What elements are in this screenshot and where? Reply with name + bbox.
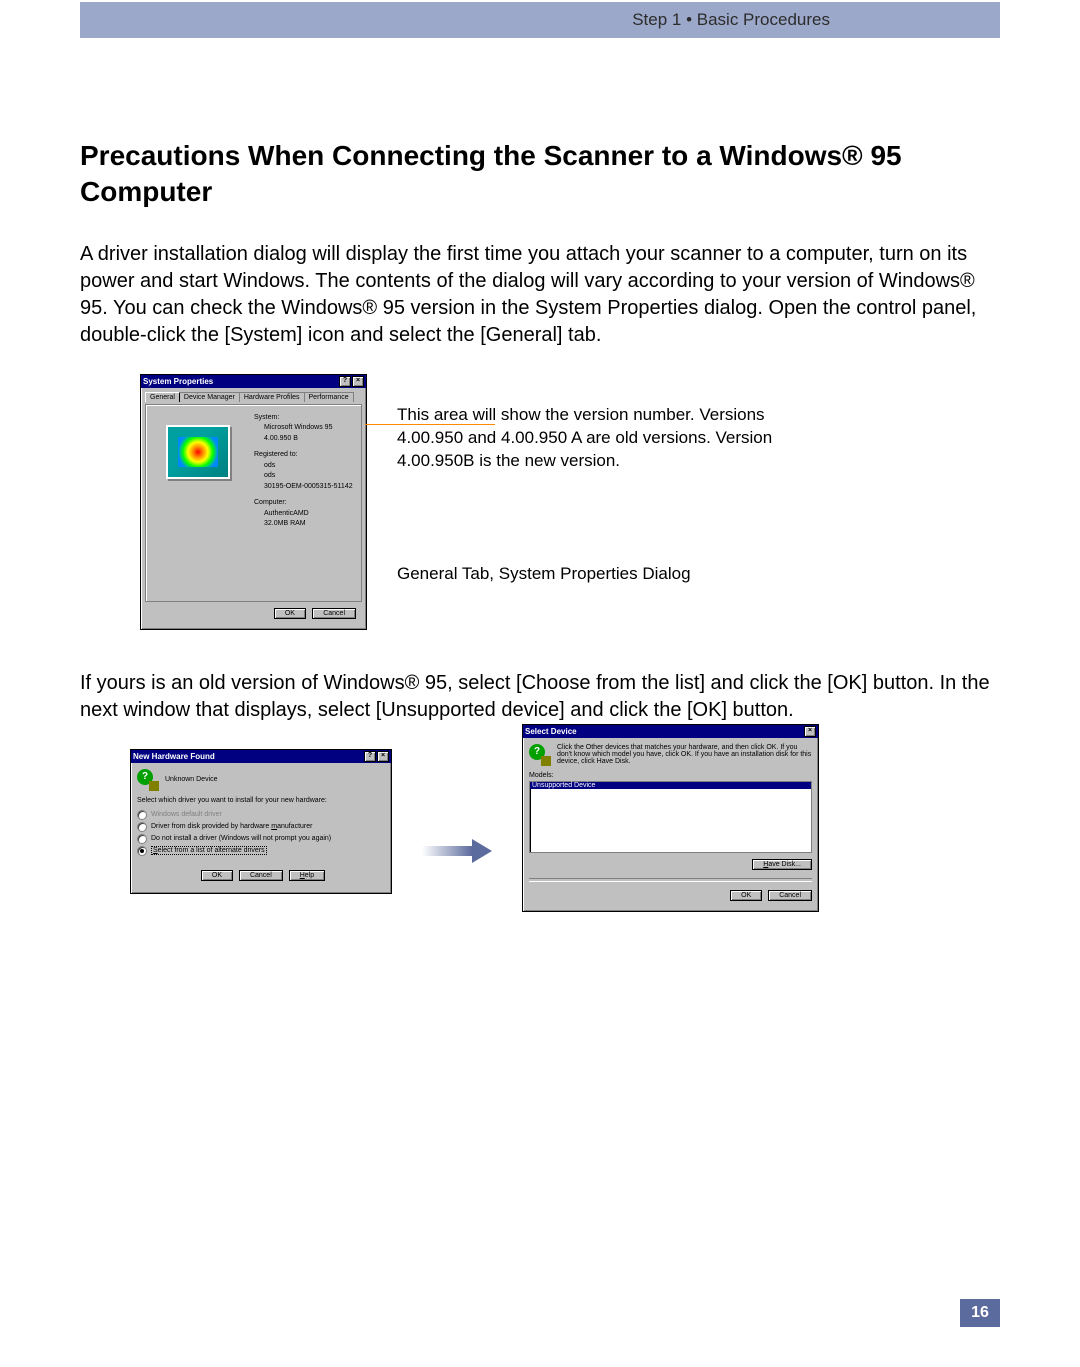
instruction-text: Click the Other devices that matches you… (557, 744, 812, 765)
radio-do-not-install[interactable]: Do not install a driver (Windows will no… (137, 834, 385, 844)
dialog-title: System Properties (143, 377, 213, 386)
tab-hardware-profiles[interactable]: Hardware Profiles (239, 392, 305, 402)
reg-org: ods (264, 471, 353, 482)
computer-label: Computer: (254, 498, 353, 509)
ram-value: 32.0MB RAM (264, 519, 353, 530)
close-icon[interactable]: × (804, 726, 816, 737)
tab-general[interactable]: General (145, 392, 180, 402)
new-hardware-dialog: New Hardware Found ? × ? Unknown Device … (130, 749, 392, 894)
arrow-right-icon (422, 839, 492, 863)
titlebar: System Properties ? × (141, 375, 366, 388)
figure-caption: General Tab, System Properties Dialog (397, 563, 797, 586)
page-title: Precautions When Connecting the Scanner … (80, 138, 1000, 211)
cpu-value: AuthenticAMD (264, 509, 353, 520)
system-version: 4.00.950 B (264, 434, 353, 445)
ok-button[interactable]: OK (201, 870, 233, 881)
titlebar: Select Device × (523, 725, 818, 738)
paragraph-2: If yours is an old version of Windows® 9… (80, 670, 1000, 724)
models-label: Models: (529, 772, 812, 779)
page-number: 16 (960, 1299, 1000, 1327)
close-icon[interactable]: × (352, 376, 364, 387)
callout-line (365, 424, 495, 425)
select-device-dialog: Select Device × ? Click the Other device… (522, 724, 819, 912)
computer-icon (166, 425, 230, 479)
system-properties-dialog: System Properties ? × General Device Man… (140, 374, 367, 630)
reg-name: ods (264, 461, 353, 472)
registered-label: Registered to: (254, 450, 353, 461)
general-panel: System: Microsoft Windows 95 4.00.950 B … (145, 404, 362, 602)
tab-strip: General Device Manager Hardware Profiles… (145, 392, 362, 402)
help-icon[interactable]: ? (339, 376, 351, 387)
help-icon[interactable]: ? (364, 751, 376, 762)
cancel-button[interactable]: Cancel (312, 608, 356, 619)
have-disk-button[interactable]: Have Disk... (752, 859, 812, 870)
radio-driver-from-disk[interactable]: Driver from disk provided by hardware ma… (137, 822, 385, 832)
list-item[interactable]: Unsupported Device (530, 782, 811, 789)
tab-performance[interactable]: Performance (304, 392, 354, 402)
ok-button[interactable]: OK (274, 608, 306, 619)
system-name: Microsoft Windows 95 (264, 423, 353, 434)
help-button[interactable]: Help (289, 870, 325, 881)
cancel-button[interactable]: Cancel (768, 890, 812, 901)
models-list[interactable]: Unsupported Device (529, 781, 812, 853)
close-icon[interactable]: × (377, 751, 389, 762)
dialog-title: New Hardware Found (133, 752, 215, 761)
paragraph-1: A driver installation dialog will displa… (80, 241, 1000, 349)
system-label: System: (254, 413, 353, 424)
device-name: Unknown Device (165, 776, 218, 783)
prompt-text: Select which driver you want to install … (137, 797, 385, 804)
divider (529, 878, 812, 882)
annotation-text: This area will show the version number. … (397, 404, 797, 473)
ok-button[interactable]: OK (730, 890, 762, 901)
hardware-icon: ? (137, 769, 159, 791)
breadcrumb: Step 1 • Basic Procedures (632, 10, 830, 30)
titlebar: New Hardware Found ? × (131, 750, 391, 763)
dialog-title: Select Device (525, 727, 577, 736)
header-bar: Step 1 • Basic Procedures (80, 2, 1000, 38)
radio-windows-default: Windows default driver (137, 810, 385, 820)
cancel-button[interactable]: Cancel (239, 870, 283, 881)
tab-device-manager[interactable]: Device Manager (179, 392, 240, 402)
hardware-icon: ? (529, 744, 551, 766)
reg-serial: 30195-OEM-0005315-51142 (264, 482, 353, 493)
radio-select-from-list[interactable]: Select from a list of alternate drivers (137, 846, 385, 856)
